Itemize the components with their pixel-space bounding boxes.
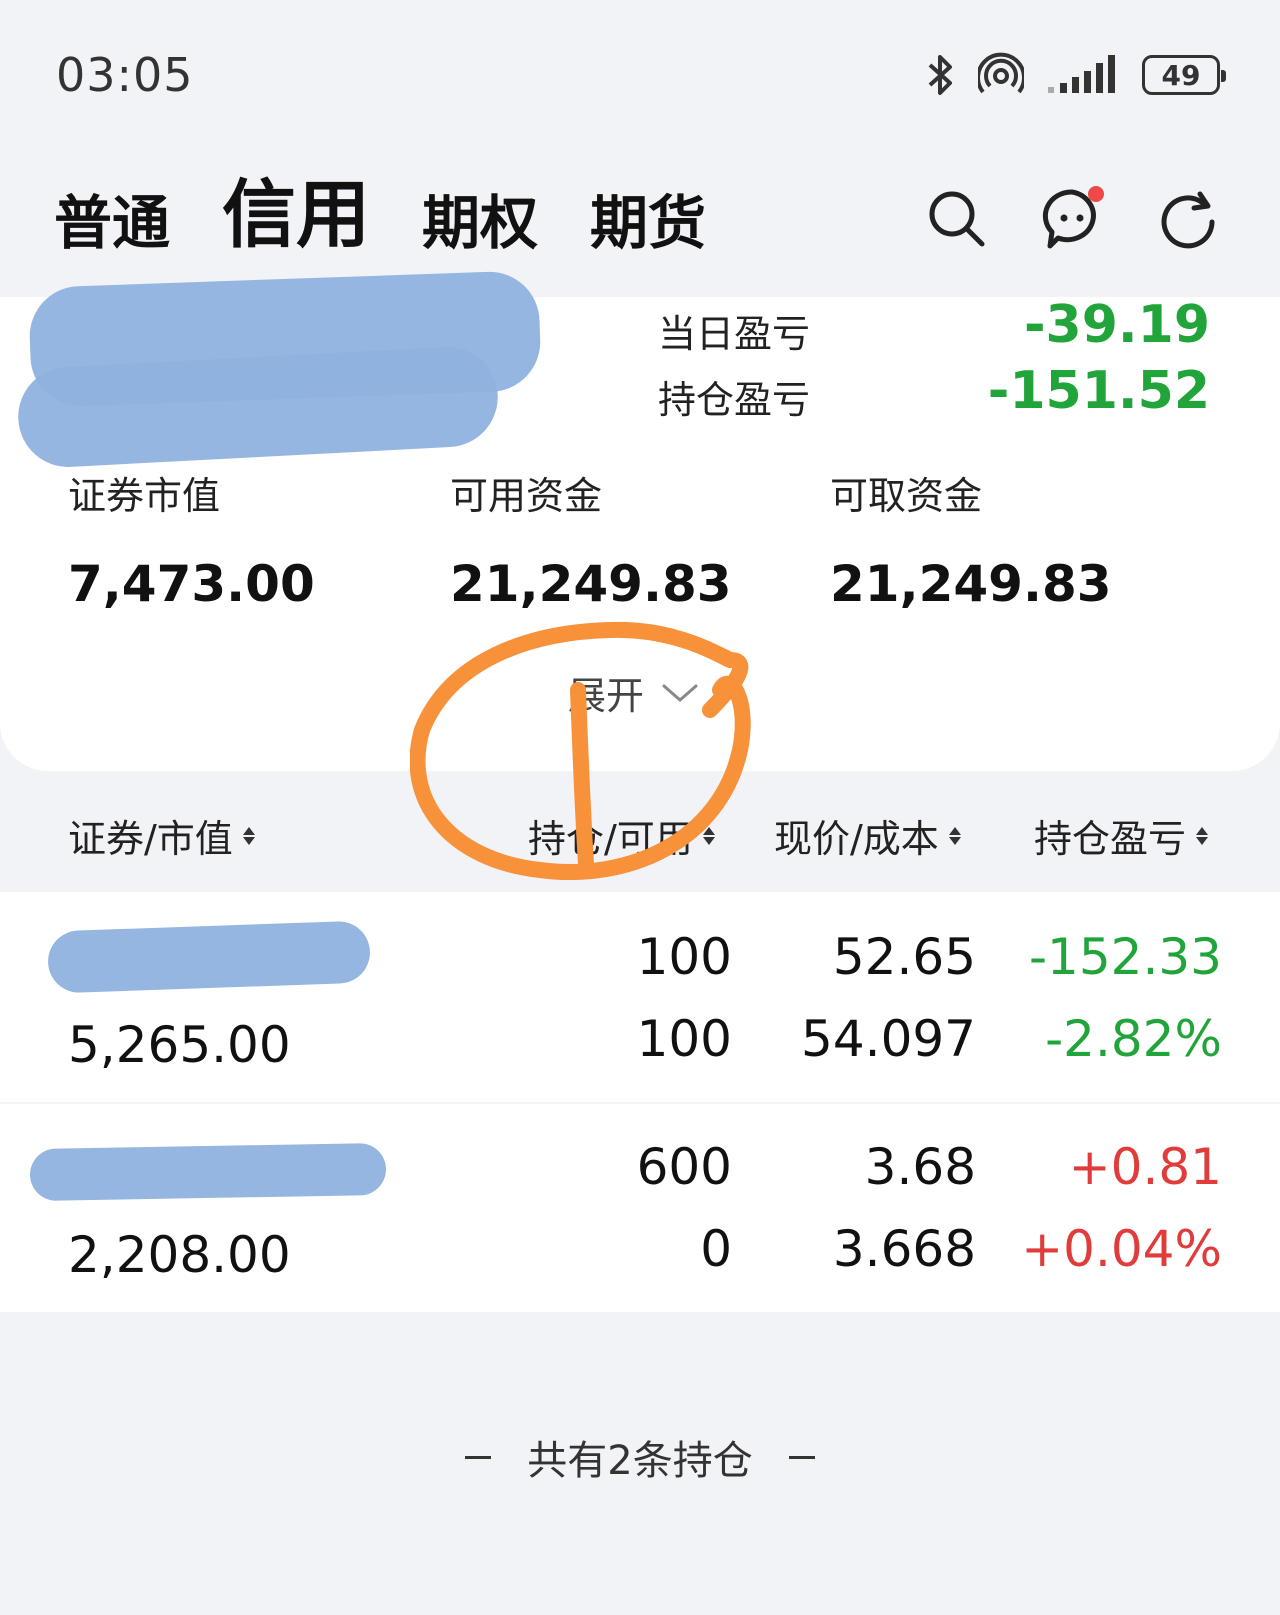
sort-price-header[interactable]: 现价/成本 (774, 808, 961, 863)
tab-futures[interactable]: 期货 (590, 194, 706, 256)
account-type-tabs: 普通 信用 期权 期货 (54, 178, 706, 256)
market-value-label: 证券市值 (68, 474, 221, 518)
positions-count-footer: 共有2条持仓 (0, 1428, 1280, 1486)
hotspot-icon (978, 52, 1024, 94)
row-pl: +0.81 (1068, 1138, 1222, 1196)
col-holding-label: 持仓/可用 (528, 817, 693, 861)
tab-options[interactable]: 期权 (422, 194, 538, 256)
row-cost: 54.097 (801, 1010, 976, 1068)
sort-pl-header[interactable]: 持仓盈亏 (1034, 808, 1209, 863)
withdrawable-label: 可取资金 (830, 474, 983, 518)
refresh-icon[interactable] (1156, 186, 1220, 250)
row-market-value: 2,208.00 (68, 1226, 291, 1284)
daily-pl-value: -39.19 (1023, 295, 1210, 355)
sort-icon (948, 826, 961, 845)
market-value: 7,473.00 (68, 555, 315, 613)
tab-credit[interactable]: 信用 (222, 178, 370, 256)
footer-dash-right (788, 1455, 815, 1459)
row-available: 100 (636, 1010, 732, 1068)
row-market-value: 5,265.00 (68, 1016, 291, 1074)
available-funds-label: 可用资金 (450, 474, 603, 518)
battery-indicator: 49 (1142, 55, 1226, 95)
redacted-security-name (29, 1142, 387, 1202)
footer-dash-left (465, 1455, 492, 1459)
row-pl: -152.33 (1029, 928, 1222, 986)
col-pl-label: 持仓盈亏 (1034, 817, 1187, 861)
status-icons: 49 (926, 52, 1226, 98)
row-price: 52.65 (832, 928, 976, 986)
position-pl-value: -151.52 (987, 361, 1210, 421)
battery-level: 49 (1161, 58, 1201, 92)
sort-icon (242, 826, 255, 845)
sort-holding-header[interactable]: 持仓/可用 (528, 808, 715, 863)
position-pl-label: 持仓盈亏 (658, 378, 811, 422)
sort-security-header[interactable]: 证券/市值 (68, 808, 255, 863)
sort-icon (702, 826, 715, 845)
signal-icon (1048, 55, 1115, 93)
available-funds: 21,249.83 (450, 555, 732, 613)
row-holding: 100 (636, 928, 732, 986)
search-icon[interactable] (924, 186, 988, 250)
chevron-down-icon (662, 684, 698, 702)
col-price-label: 现价/成本 (774, 817, 939, 861)
col-security-label: 证券/市值 (68, 817, 233, 861)
bluetooth-icon (928, 55, 952, 95)
status-time: 03:05 (56, 48, 194, 102)
sort-icon (1196, 826, 1209, 845)
row-price: 3.68 (864, 1138, 976, 1196)
header-actions (924, 186, 1220, 250)
tab-normal[interactable]: 普通 (54, 194, 170, 256)
withdrawable: 21,249.83 (830, 555, 1112, 613)
position-row[interactable]: 5,265.00 100 100 52.65 54.097 -152.33 -2… (0, 892, 1280, 1102)
row-pl-pct: +0.04% (1021, 1220, 1222, 1278)
row-available: 0 (700, 1220, 732, 1278)
unread-dot (1088, 186, 1104, 202)
expand-button[interactable]: 展开 (568, 665, 698, 720)
row-holding: 600 (636, 1138, 732, 1196)
row-cost: 3.668 (832, 1220, 976, 1278)
row-pl-pct: -2.82% (1045, 1010, 1222, 1068)
position-row[interactable]: 2,208.00 600 0 3.68 3.668 +0.81 +0.04% (0, 1104, 1280, 1312)
message-button[interactable] (1040, 186, 1104, 250)
expand-label: 展开 (568, 674, 645, 718)
redacted-security-name (47, 920, 371, 994)
account-summary-card: 当日盈亏 -39.19 持仓盈亏 -151.52 证券市值 可用资金 可取资金 … (0, 270, 1280, 771)
positions-count-text: 共有2条持仓 (527, 1438, 753, 1484)
daily-pl-label: 当日盈亏 (658, 312, 811, 356)
